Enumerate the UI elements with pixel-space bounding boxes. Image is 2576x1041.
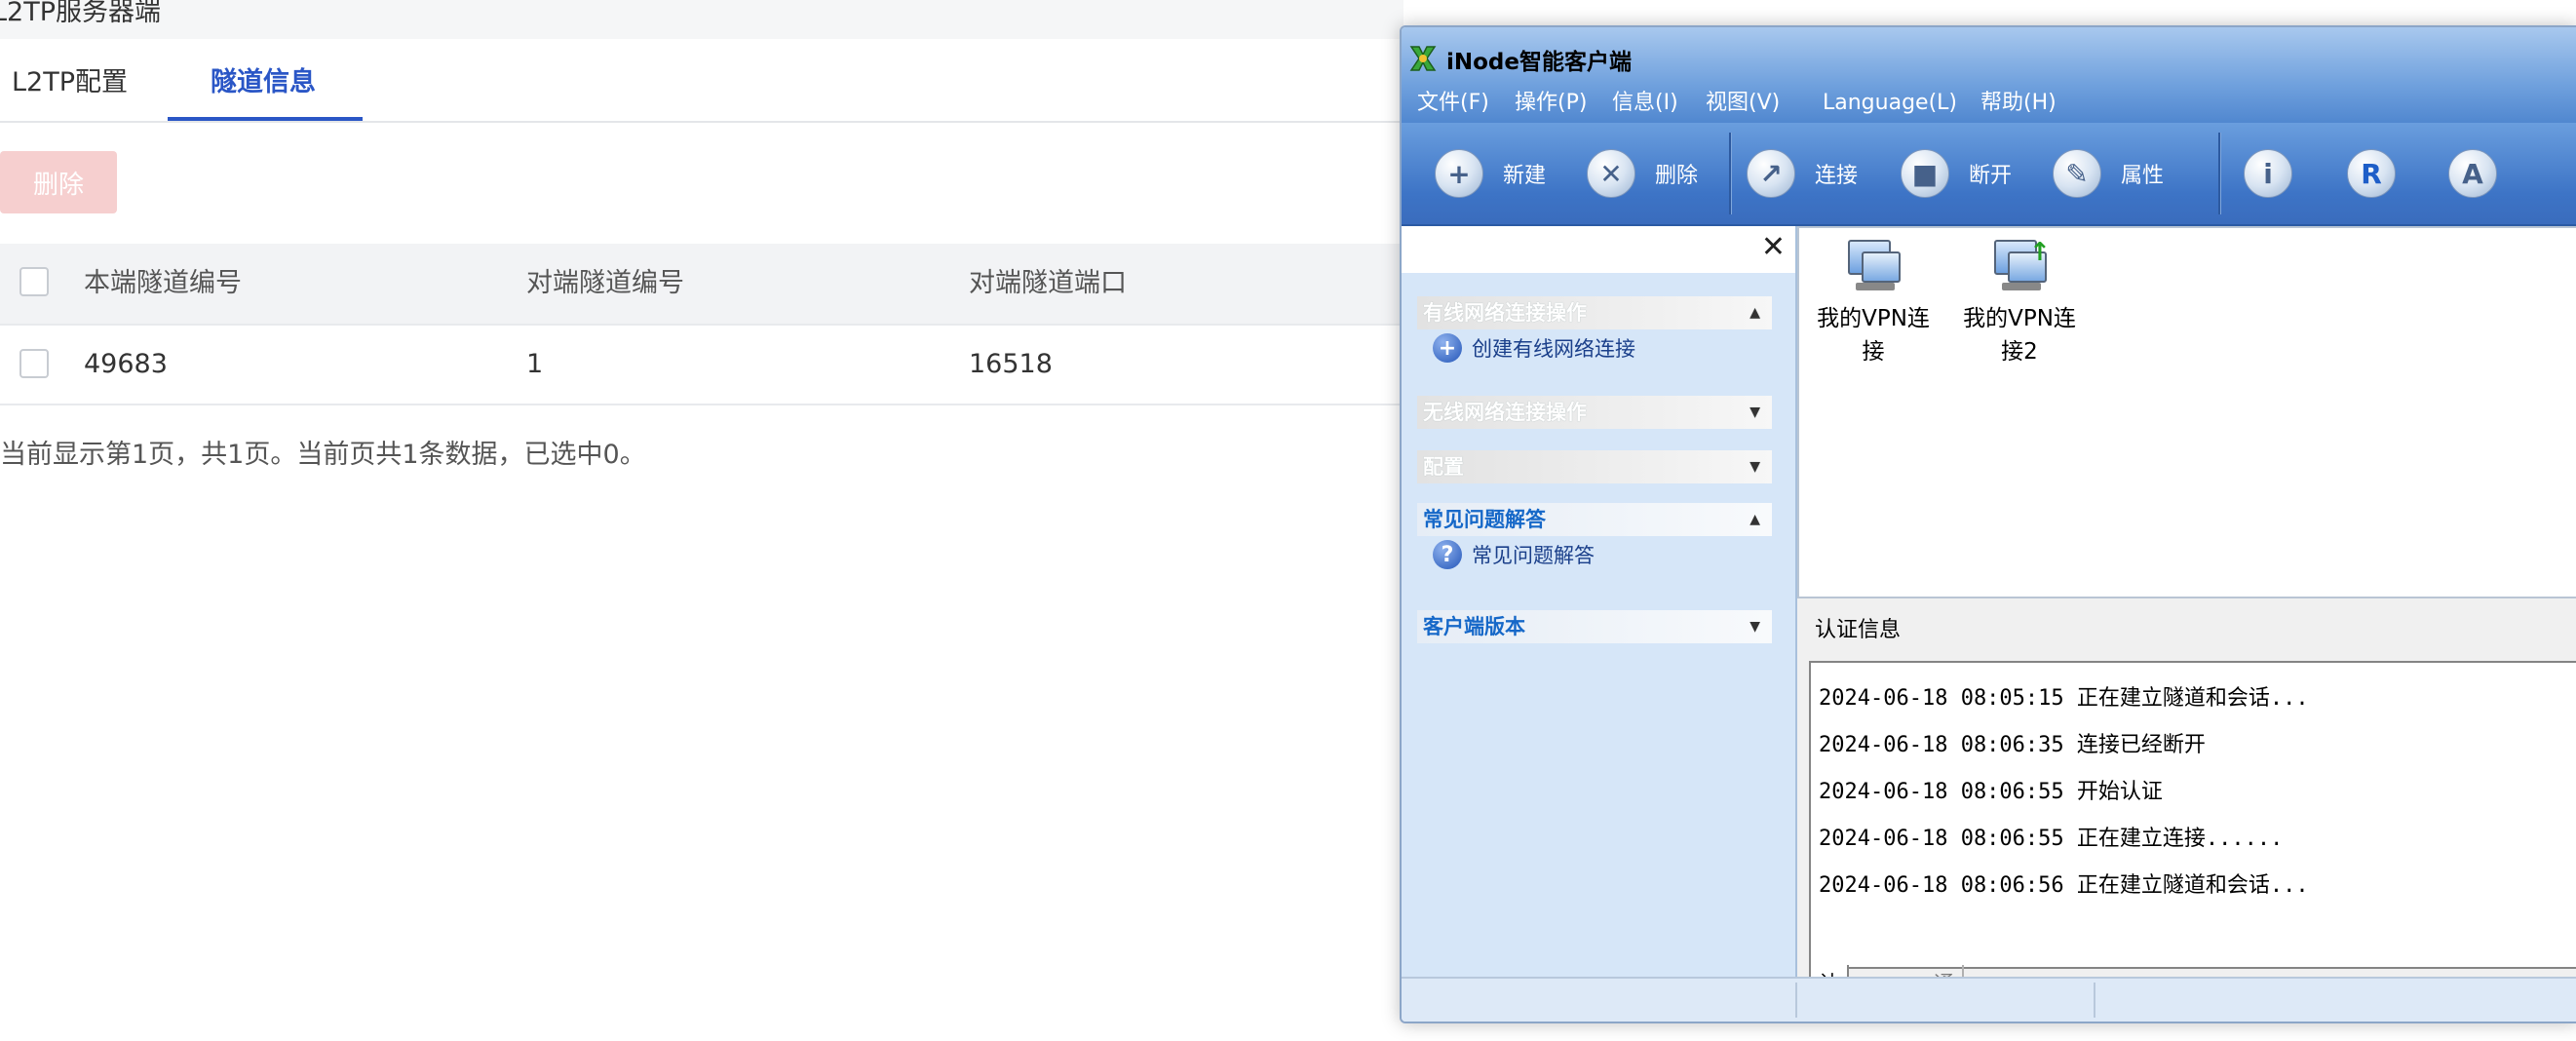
chevron-up-icon: ▲	[1749, 305, 1760, 321]
group-config[interactable]: 配置 ▼	[1417, 450, 1772, 483]
menu-operation[interactable]: 操作(P)	[1515, 84, 1587, 123]
tunnel-table: 本端隧道编号 对端隧道编号 对端隧道端口 49683 1 16518	[0, 244, 1403, 405]
page-title: L2TP服务器端	[0, 0, 1403, 39]
group-title: 无线网络连接操作	[1423, 401, 1587, 424]
group-client-version[interactable]: 客户端版本 ▼	[1417, 610, 1772, 643]
vpn-connection-1[interactable]: 我的VPN连 接	[1805, 236, 1942, 368]
menu-bar: 文件(F) 操作(P) 信息(I) 视图(V) Language(L) 帮助(H…	[1402, 84, 2576, 123]
cell-local-tunnel-id: 49683	[84, 349, 168, 379]
toolbar-separator	[1729, 133, 1732, 214]
group-wireless-operations[interactable]: 无线网络连接操作 ▼	[1417, 396, 1772, 429]
connection-name-line1: 我的VPN连	[1817, 306, 1930, 331]
connect-label: 连接	[1815, 164, 1859, 188]
inode-logo-icon	[1409, 46, 1437, 71]
window-title: iNode智能客户端	[1446, 50, 1632, 75]
help-icon: ?	[1433, 540, 1462, 569]
log-line: 2024-06-18 08:06:55 正在建立连接......	[1819, 827, 2284, 851]
plus-icon: +	[1435, 149, 1483, 198]
connect-button[interactable]: ↗ 连接	[1747, 146, 1858, 201]
info-icon: i	[2244, 149, 2292, 198]
task-pane-header: ✕	[1402, 226, 1795, 273]
pagination-summary: 当前显示第1页，共1页。当前页共1条数据，已选中0。	[0, 440, 646, 470]
column-header-peer-tunnel-port[interactable]: 对端隧道端口	[969, 244, 1127, 324]
group-title: 有线网络连接操作	[1423, 301, 1587, 325]
connection-list: 我的VPN连 接 ↑ 我的VPN连 接2	[1797, 226, 2576, 598]
vpn-connection-2[interactable]: ↑ 我的VPN连 接2	[1951, 236, 2088, 368]
task-pane: ✕ 有线网络连接操作 ▲ + 创建有线网络连接 无线网络连接操作 ▼ 配置 ▼ …	[1402, 226, 1797, 977]
inode-client-window: iNode智能客户端 文件(F) 操作(P) 信息(I) 视图(V) Langu…	[1400, 25, 2576, 1023]
add-circle-icon: +	[1433, 333, 1462, 363]
row-checkbox[interactable]	[19, 349, 49, 378]
menu-language[interactable]: Language(L)	[1823, 84, 1957, 123]
properties-icon: ✎	[2053, 149, 2101, 198]
auth-info-label: 认证信息	[1815, 618, 1902, 642]
log-line: 2024-06-18 08:06:56 正在建立隧道和会话...	[1819, 873, 2309, 898]
new-label: 新建	[1503, 164, 1547, 188]
status-bar	[1402, 977, 2576, 1022]
faq-link[interactable]: ? 常见问题解答	[1433, 540, 1595, 569]
tab-tunnel-info[interactable]: 隧道信息	[211, 60, 316, 98]
cell-peer-tunnel-id: 1	[526, 349, 544, 379]
group-faq[interactable]: 常见问题解答 ▲	[1417, 503, 1772, 536]
group-wired-operations[interactable]: 有线网络连接操作 ▲	[1417, 296, 1772, 329]
column-header-local-tunnel-id[interactable]: 本端隧道编号	[84, 244, 242, 324]
connection-name-line2: 接2	[2001, 339, 2038, 365]
table-header-row: 本端隧道编号 对端隧道编号 对端隧道端口	[0, 244, 1403, 326]
link-label: 创建有线网络连接	[1472, 337, 1635, 361]
log-line: 2024-06-18 08:06:55 开始认证	[1819, 780, 2163, 804]
delete-button[interactable]: 删除	[0, 151, 117, 213]
table-row[interactable]: 49683 1 16518	[0, 326, 1403, 405]
delete-connection-button[interactable]: ✕ 删除	[1587, 146, 1698, 201]
group-title: 客户端版本	[1423, 615, 1525, 638]
connect-icon: ↗	[1747, 149, 1795, 198]
menu-view[interactable]: 视图(V)	[1706, 84, 1780, 123]
disconnect-icon: ■	[1901, 149, 1949, 198]
delete-icon: ✕	[1587, 149, 1635, 198]
select-all-checkbox[interactable]	[19, 267, 49, 296]
cell-peer-tunnel-port: 16518	[969, 349, 1053, 379]
chevron-up-icon: ▲	[1749, 512, 1760, 527]
new-button[interactable]: + 新建	[1435, 146, 1546, 201]
delete-label: 删除	[1655, 164, 1699, 188]
r-icon: R	[2347, 149, 2396, 198]
info-button[interactable]: i	[2244, 146, 2292, 201]
properties-button[interactable]: ✎ 属性	[2053, 146, 2164, 201]
toolbar-separator	[2218, 133, 2221, 214]
chevron-down-icon: ▼	[1749, 405, 1760, 420]
active-tab-indicator	[168, 117, 363, 121]
group-title: 配置	[1423, 455, 1464, 479]
r-button[interactable]: R	[2347, 146, 2396, 201]
toolbar: + 新建 ✕ 删除 ↗ 连接 ■ 断开 ✎ 属性 i R A	[1402, 123, 2576, 226]
create-wired-connection-link[interactable]: + 创建有线网络连接	[1433, 333, 1635, 363]
auth-log[interactable]: 2024-06-18 08:05:15 正在建立隧道和会话... 2024-06…	[1809, 661, 2576, 969]
a-button[interactable]: A	[2448, 146, 2497, 201]
chevron-down-icon: ▼	[1749, 459, 1760, 475]
vpn-computer-connected-icon: ↑	[1988, 236, 2051, 298]
connection-name-line2: 接	[1862, 339, 1885, 365]
connection-name-line1: 我的VPN连	[1963, 306, 2076, 331]
disconnect-button[interactable]: ■ 断开	[1901, 146, 2012, 201]
vpn-computer-icon	[1842, 236, 1904, 298]
close-icon[interactable]: ✕	[1761, 230, 1786, 264]
group-title: 常见问题解答	[1423, 508, 1546, 531]
tab-l2tp-config[interactable]: L2TP配置	[12, 60, 128, 98]
menu-help[interactable]: 帮助(H)	[1980, 84, 2057, 123]
properties-label: 属性	[2121, 164, 2165, 188]
tab-bar: L2TP配置 隧道信息	[0, 39, 1403, 123]
a-icon: A	[2448, 149, 2497, 198]
log-line: 2024-06-18 08:05:15 正在建立隧道和会话...	[1819, 686, 2309, 711]
window-titlebar[interactable]: iNode智能客户端 文件(F) 操作(P) 信息(I) 视图(V) Langu…	[1402, 27, 2576, 125]
l2tp-web-console: L2TP服务器端 L2TP配置 隧道信息 删除 本端隧道编号 对端隧道编号 对端…	[0, 0, 1403, 1041]
disconnect-label: 断开	[1969, 164, 2013, 188]
chevron-down-icon: ▼	[1749, 619, 1760, 635]
menu-file[interactable]: 文件(F)	[1417, 84, 1489, 123]
status-separator	[2094, 983, 2095, 1018]
log-line: 2024-06-18 08:06:35 连接已经断开	[1819, 733, 2206, 757]
status-separator	[1795, 983, 1797, 1018]
column-header-peer-tunnel-id[interactable]: 对端隧道编号	[526, 244, 684, 324]
link-label: 常见问题解答	[1472, 544, 1595, 567]
menu-info[interactable]: 信息(I)	[1612, 84, 1678, 123]
